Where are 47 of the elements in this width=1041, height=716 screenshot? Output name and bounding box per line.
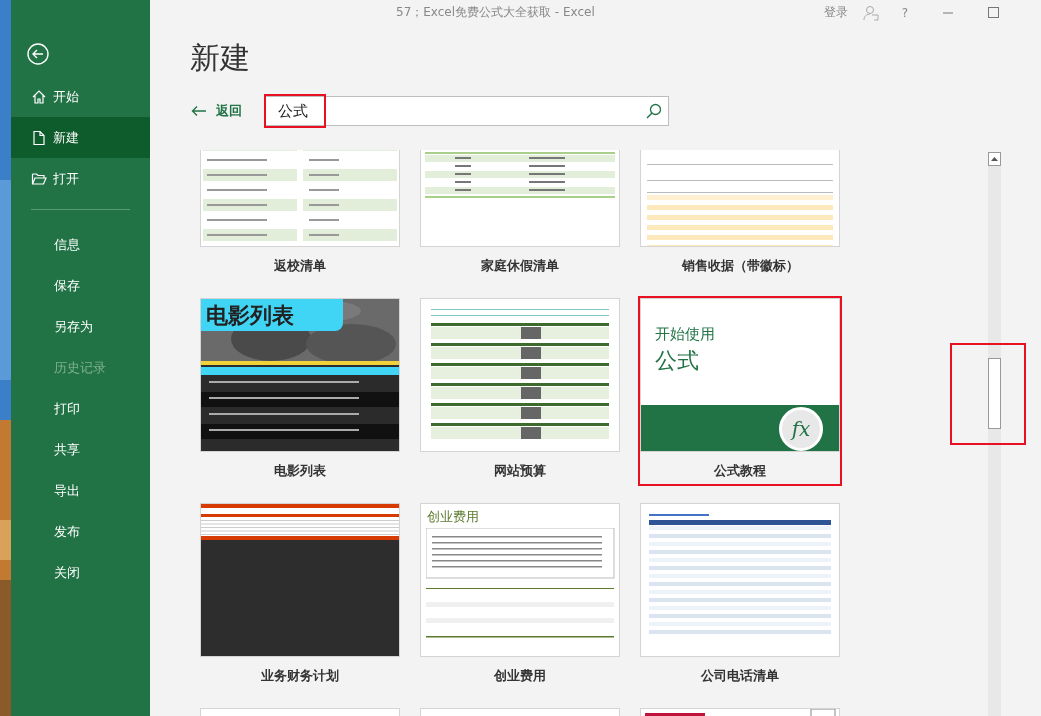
search-icon [646, 103, 662, 119]
sidebar-item[interactable]: 打印 [11, 388, 150, 429]
folder-icon [31, 170, 47, 187]
thumbnail-title: 开始使用 [655, 325, 715, 344]
sidebar-item[interactable]: 发布 [11, 511, 150, 552]
thumbnail-subtitle: 公式 [655, 347, 700, 375]
sidebar-item[interactable]: 开始 [11, 76, 150, 117]
thumbnail-title: 创业费用 [427, 508, 479, 526]
sidebar-item[interactable]: 打开 [11, 158, 150, 199]
template-name[interactable]: 公司电话清单 [701, 667, 779, 685]
search-text: 公式 [278, 101, 308, 121]
template-name[interactable]: 销售收据（带徽标） [681, 257, 799, 275]
page-heading: 新建 [190, 39, 251, 77]
maximize-icon[interactable] [988, 7, 999, 18]
template-name[interactable]: 创业费用 [494, 667, 546, 685]
template-name[interactable]: 家庭休假清单 [481, 257, 559, 275]
arrow-left-icon [191, 105, 207, 117]
sign-in-link[interactable]: 登录 [823, 4, 848, 21]
scrollbar[interactable] [988, 152, 1001, 716]
back-icon[interactable] [27, 43, 49, 65]
sidebar-item[interactable]: 另存为 [11, 306, 150, 347]
search-field[interactable]: 公式 [265, 96, 669, 126]
document-icon [31, 129, 47, 146]
home-icon [31, 88, 47, 105]
sidebar-item[interactable]: 共享 [11, 429, 150, 470]
template-name[interactable]: 业务财务计划 [261, 667, 339, 685]
template-name[interactable]: 网站预算 [494, 462, 546, 480]
template-thumbnail[interactable] [420, 298, 620, 452]
template-thumbnail[interactable]: 电影列表 [200, 298, 400, 452]
thumbnail-title: 电影列表 [201, 299, 343, 331]
sidebar-item[interactable]: 导出 [11, 470, 150, 511]
help-button[interactable]: ? [901, 5, 908, 20]
template-thumbnail[interactable]: 创业费用 [420, 503, 620, 657]
sidebar-item[interactable]: 关闭 [11, 552, 150, 593]
template-thumbnail[interactable]: 开始使用 公式 fx [640, 298, 840, 452]
sidebar-item[interactable]: 信息 [11, 224, 150, 265]
sidebar-item[interactable]: 保存 [11, 265, 150, 306]
scroll-up-icon[interactable] [988, 152, 1001, 166]
window-title: 57；Excel免费公式大全获取 - Excel [396, 4, 595, 21]
template-name[interactable]: 公式教程 [714, 462, 766, 480]
template-name[interactable]: 返校清单 [274, 257, 326, 275]
scroll-thumb[interactable] [988, 358, 1001, 429]
sidebar-item[interactable]: 新建 [11, 117, 150, 158]
back-link[interactable]: 返回 [191, 102, 265, 120]
template-thumbnail[interactable] [640, 503, 840, 657]
template-name[interactable]: 电影列表 [274, 462, 326, 480]
template-thumbnail[interactable] [200, 503, 400, 657]
